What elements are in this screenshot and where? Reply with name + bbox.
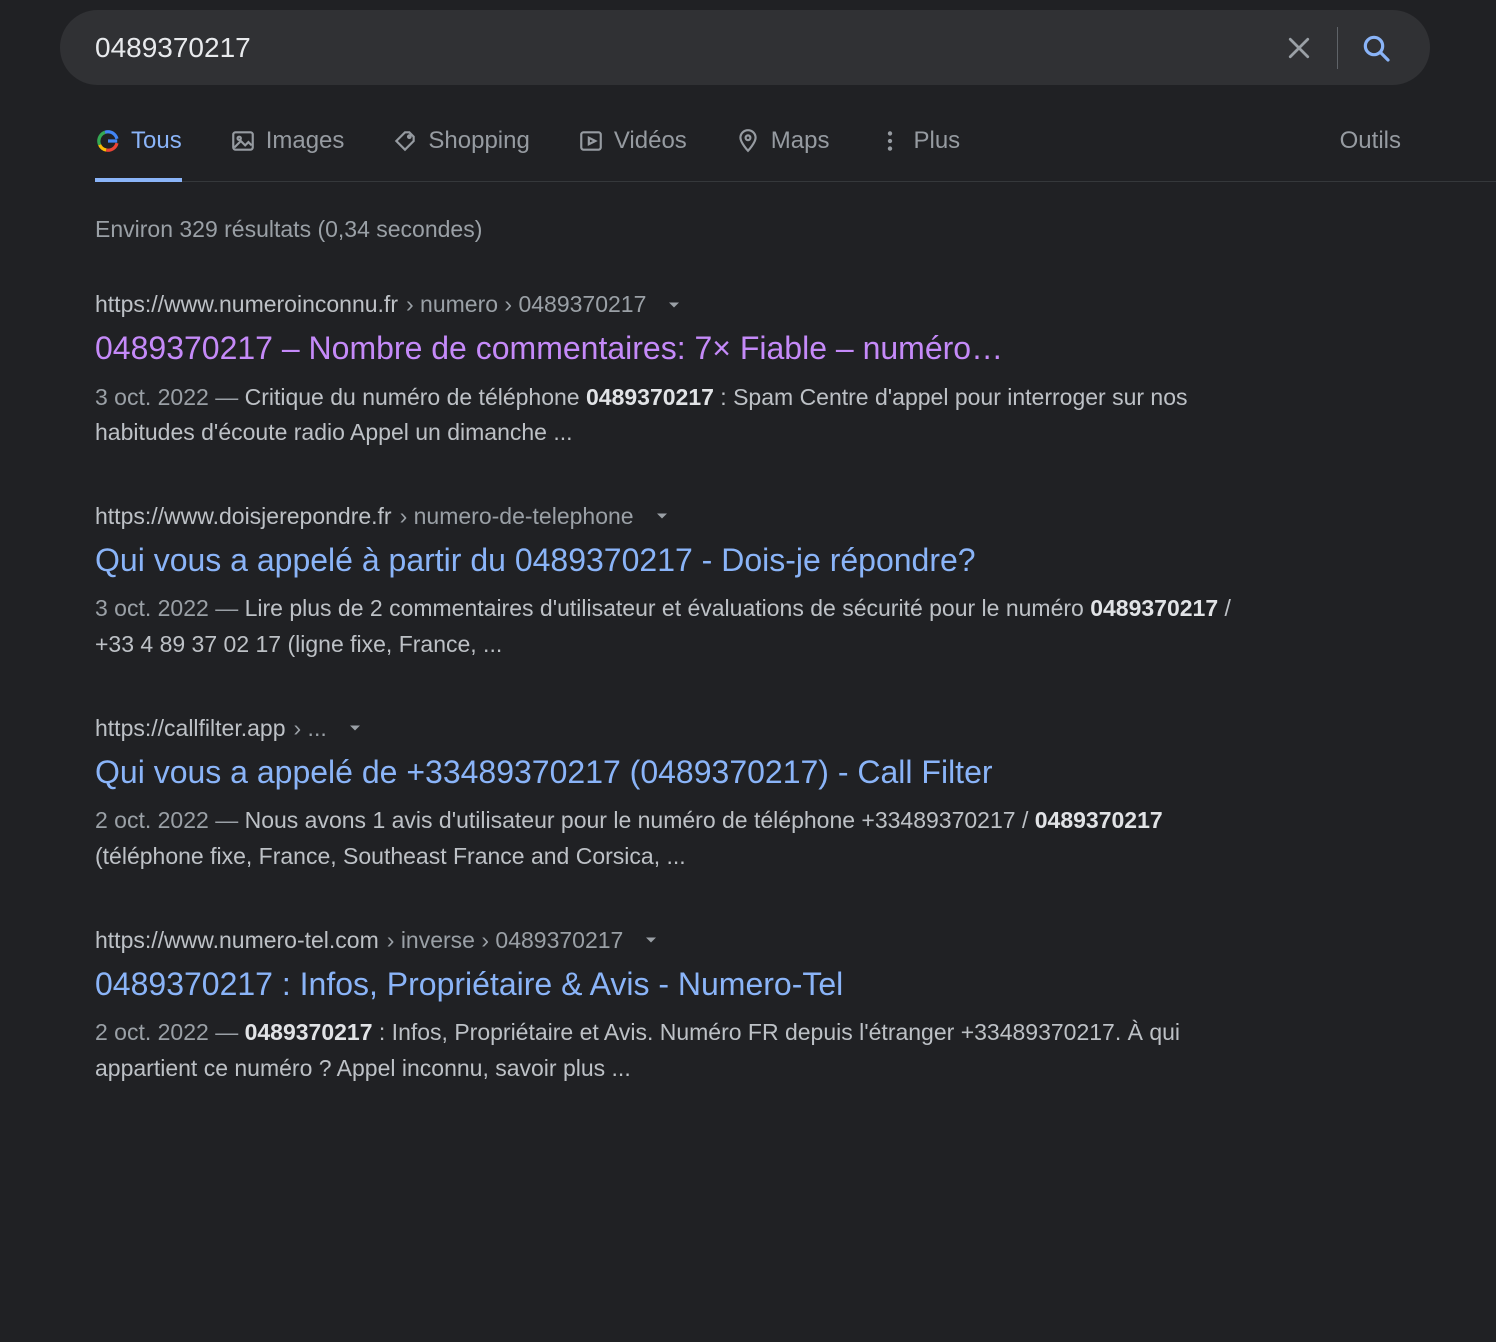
tab-more[interactable]: Plus [877, 127, 960, 181]
result-date: 3 oct. 2022 [95, 595, 209, 621]
result-domain: https://www.numero-tel.com [95, 927, 379, 954]
tabs-row: Tous Images Shopping Vidéos Maps Plus Ou… [95, 127, 1496, 182]
result-item: https://www.numeroinconnu.fr › numero › … [95, 291, 1275, 451]
result-url[interactable]: https://www.numero-tel.com › inverse › 0… [95, 927, 1275, 954]
search-input[interactable] [95, 32, 1275, 64]
result-url[interactable]: https://callfilter.app › ... [95, 715, 1275, 742]
result-title[interactable]: Qui vous a appelé à partir du 0489370217… [95, 540, 1275, 582]
shopping-icon [392, 128, 418, 154]
images-icon [230, 128, 256, 154]
tab-images[interactable]: Images [230, 127, 345, 181]
result-snippet: 2 oct. 2022 — 0489370217 : Infos, Propri… [95, 1015, 1275, 1086]
tools-button[interactable]: Outils [1340, 127, 1401, 181]
search-bar [60, 10, 1430, 85]
results: https://www.numeroinconnu.fr › numero › … [95, 291, 1275, 1087]
tab-all[interactable]: Tous [95, 127, 182, 181]
result-url[interactable]: https://www.numeroinconnu.fr › numero › … [95, 291, 1275, 318]
divider [1337, 27, 1338, 69]
result-domain: https://callfilter.app [95, 715, 286, 742]
result-item: https://www.doisjerepondre.fr › numero-d… [95, 503, 1275, 663]
result-title[interactable]: 0489370217 : Infos, Propriétaire & Avis … [95, 964, 1275, 1006]
tab-all-label: Tous [131, 127, 182, 155]
result-snippet: 2 oct. 2022 — Nous avons 1 avis d'utilis… [95, 803, 1275, 874]
result-title[interactable]: 0489370217 – Nombre de commentaires: 7× … [95, 328, 1275, 370]
result-item: https://callfilter.app › ... Qui vous a … [95, 715, 1275, 875]
videos-icon [578, 128, 604, 154]
clear-icon[interactable] [1275, 24, 1323, 72]
chevron-down-icon[interactable] [652, 506, 672, 526]
result-date: 2 oct. 2022 [95, 807, 209, 833]
tab-maps-label: Maps [771, 127, 830, 155]
result-path: › numero › 0489370217 [406, 291, 646, 318]
result-path: › inverse › 0489370217 [387, 927, 624, 954]
result-url[interactable]: https://www.doisjerepondre.fr › numero-d… [95, 503, 1275, 530]
tab-shopping-label: Shopping [428, 127, 529, 155]
result-path: › ... [294, 715, 327, 742]
result-item: https://www.numero-tel.com › inverse › 0… [95, 927, 1275, 1087]
search-icon[interactable] [1352, 24, 1400, 72]
maps-icon [735, 128, 761, 154]
chevron-down-icon[interactable] [345, 718, 365, 738]
result-date: 3 oct. 2022 [95, 384, 209, 410]
tab-maps[interactable]: Maps [735, 127, 830, 181]
tab-images-label: Images [266, 127, 345, 155]
chevron-down-icon[interactable] [664, 295, 684, 315]
result-stats: Environ 329 résultats (0,34 secondes) [95, 216, 1496, 243]
result-title[interactable]: Qui vous a appelé de +33489370217 (04893… [95, 752, 1275, 794]
result-snippet: 3 oct. 2022 — Lire plus de 2 commentaire… [95, 591, 1275, 662]
result-path: › numero-de-telephone [400, 503, 634, 530]
result-date: 2 oct. 2022 [95, 1019, 209, 1045]
result-domain: https://www.numeroinconnu.fr [95, 291, 398, 318]
tab-videos-label: Vidéos [614, 127, 687, 155]
result-snippet: 3 oct. 2022 — Critique du numéro de télé… [95, 380, 1275, 451]
more-icon [877, 128, 903, 154]
chevron-down-icon[interactable] [641, 930, 661, 950]
tab-shopping[interactable]: Shopping [392, 127, 529, 181]
google-logo-icon [95, 128, 121, 154]
tab-more-label: Plus [913, 127, 960, 155]
result-domain: https://www.doisjerepondre.fr [95, 503, 392, 530]
tab-videos[interactable]: Vidéos [578, 127, 687, 181]
tabs: Tous Images Shopping Vidéos Maps Plus [95, 127, 960, 181]
